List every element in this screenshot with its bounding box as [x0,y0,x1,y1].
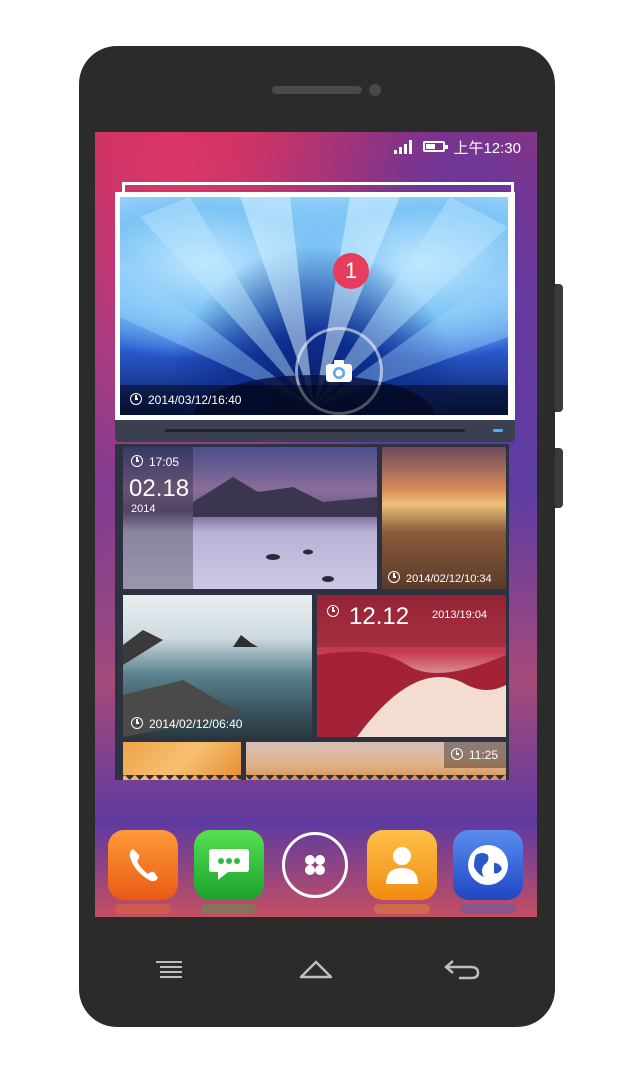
tile-time: 11:25 [468,748,498,762]
app-drawer-icon [305,855,325,875]
photo-caption: 2014/03/12/16:40 [120,385,508,415]
home-icon[interactable] [299,959,333,979]
gallery-tile-sea[interactable]: 2014/02/12/06:40 [123,595,312,737]
messages-icon-reflection [201,904,257,914]
earpiece-speaker [272,86,362,94]
browser-icon-reflection [460,904,516,914]
clock-icon [450,748,463,760]
battery-icon [423,141,448,152]
phone-app-icon[interactable] [108,830,178,900]
tile-time: 17:05 [149,455,180,469]
clock-icon [131,717,143,729]
tile-time-row: 17:05 [131,455,179,469]
clock-icon-wrap [327,605,345,619]
shelf-indicator [493,429,503,432]
clock-icon [130,393,142,405]
contacts-icon-reflection [374,904,430,914]
tile-caption-row: 2014/02/12/10:34 [388,571,492,585]
menu-icon[interactable] [156,960,182,978]
tile-date: 12.12 [349,603,410,630]
gallery-tile-lake[interactable]: 17:05 02.18 2014 [123,447,377,589]
notification-badge: 1 [333,253,369,289]
tile-timestamp: 2014/02/12/10:34 [406,573,492,585]
tile-timestamp: 2014/02/12/06:40 [149,717,243,731]
caption-row: 2014/03/12/16:40 [130,393,241,407]
tile-time-row: 11:25 [450,748,498,762]
messages-app-icon[interactable] [194,830,264,900]
tile-overlay [317,595,506,647]
contacts-app-icon[interactable] [367,830,437,900]
tile-subtext: 2013/19:04 [432,609,488,621]
tile-date: 02.18 [129,475,190,502]
messages-icon [209,849,249,880]
phone-icon [129,849,158,882]
globe-icon [468,845,508,885]
shelf-slot [165,429,465,432]
camera-widget[interactable]: 2014/03/12/16:40 [115,192,515,420]
home-screen: 上午12:30 2014/03/12/16:40 1 17:05 02.18 2… [95,132,537,917]
browser-app-icon[interactable] [453,830,523,900]
phone-icon-reflection [115,904,171,914]
signal-icon [394,140,412,154]
rocks-silhouette [123,630,258,737]
power-button[interactable] [555,448,563,508]
volume-button[interactable] [555,284,563,412]
app-drawer-button[interactable] [282,832,348,898]
gallery-tile-red[interactable]: 12.12 2013/19:04 [317,595,506,737]
front-camera [369,84,381,96]
widget-shelf [115,420,515,442]
photo-gallery-widget: 17:05 02.18 2014 2014/02/12/10:34 2014/0… [115,444,509,780]
status-time: 上午12:30 [453,140,521,157]
clock-icon [388,571,400,583]
contacts-icon [386,847,418,884]
status-bar: 上午12:30 [95,132,537,160]
gallery-zigzag-edge [115,775,509,785]
battery-level [426,144,435,149]
camera-icon [326,360,352,382]
tile-year: 2014 [131,503,156,515]
clock-icon [327,605,339,617]
photo-timestamp: 2014/03/12/16:40 [148,393,242,407]
widget-photo: 2014/03/12/16:40 [120,197,508,415]
clock-icon [131,455,143,467]
gallery-tile-sunset[interactable]: 2014/02/12/10:34 [382,447,506,589]
tile-caption-row: 2014/02/12/06:40 [131,717,242,731]
back-icon[interactable] [443,958,481,980]
